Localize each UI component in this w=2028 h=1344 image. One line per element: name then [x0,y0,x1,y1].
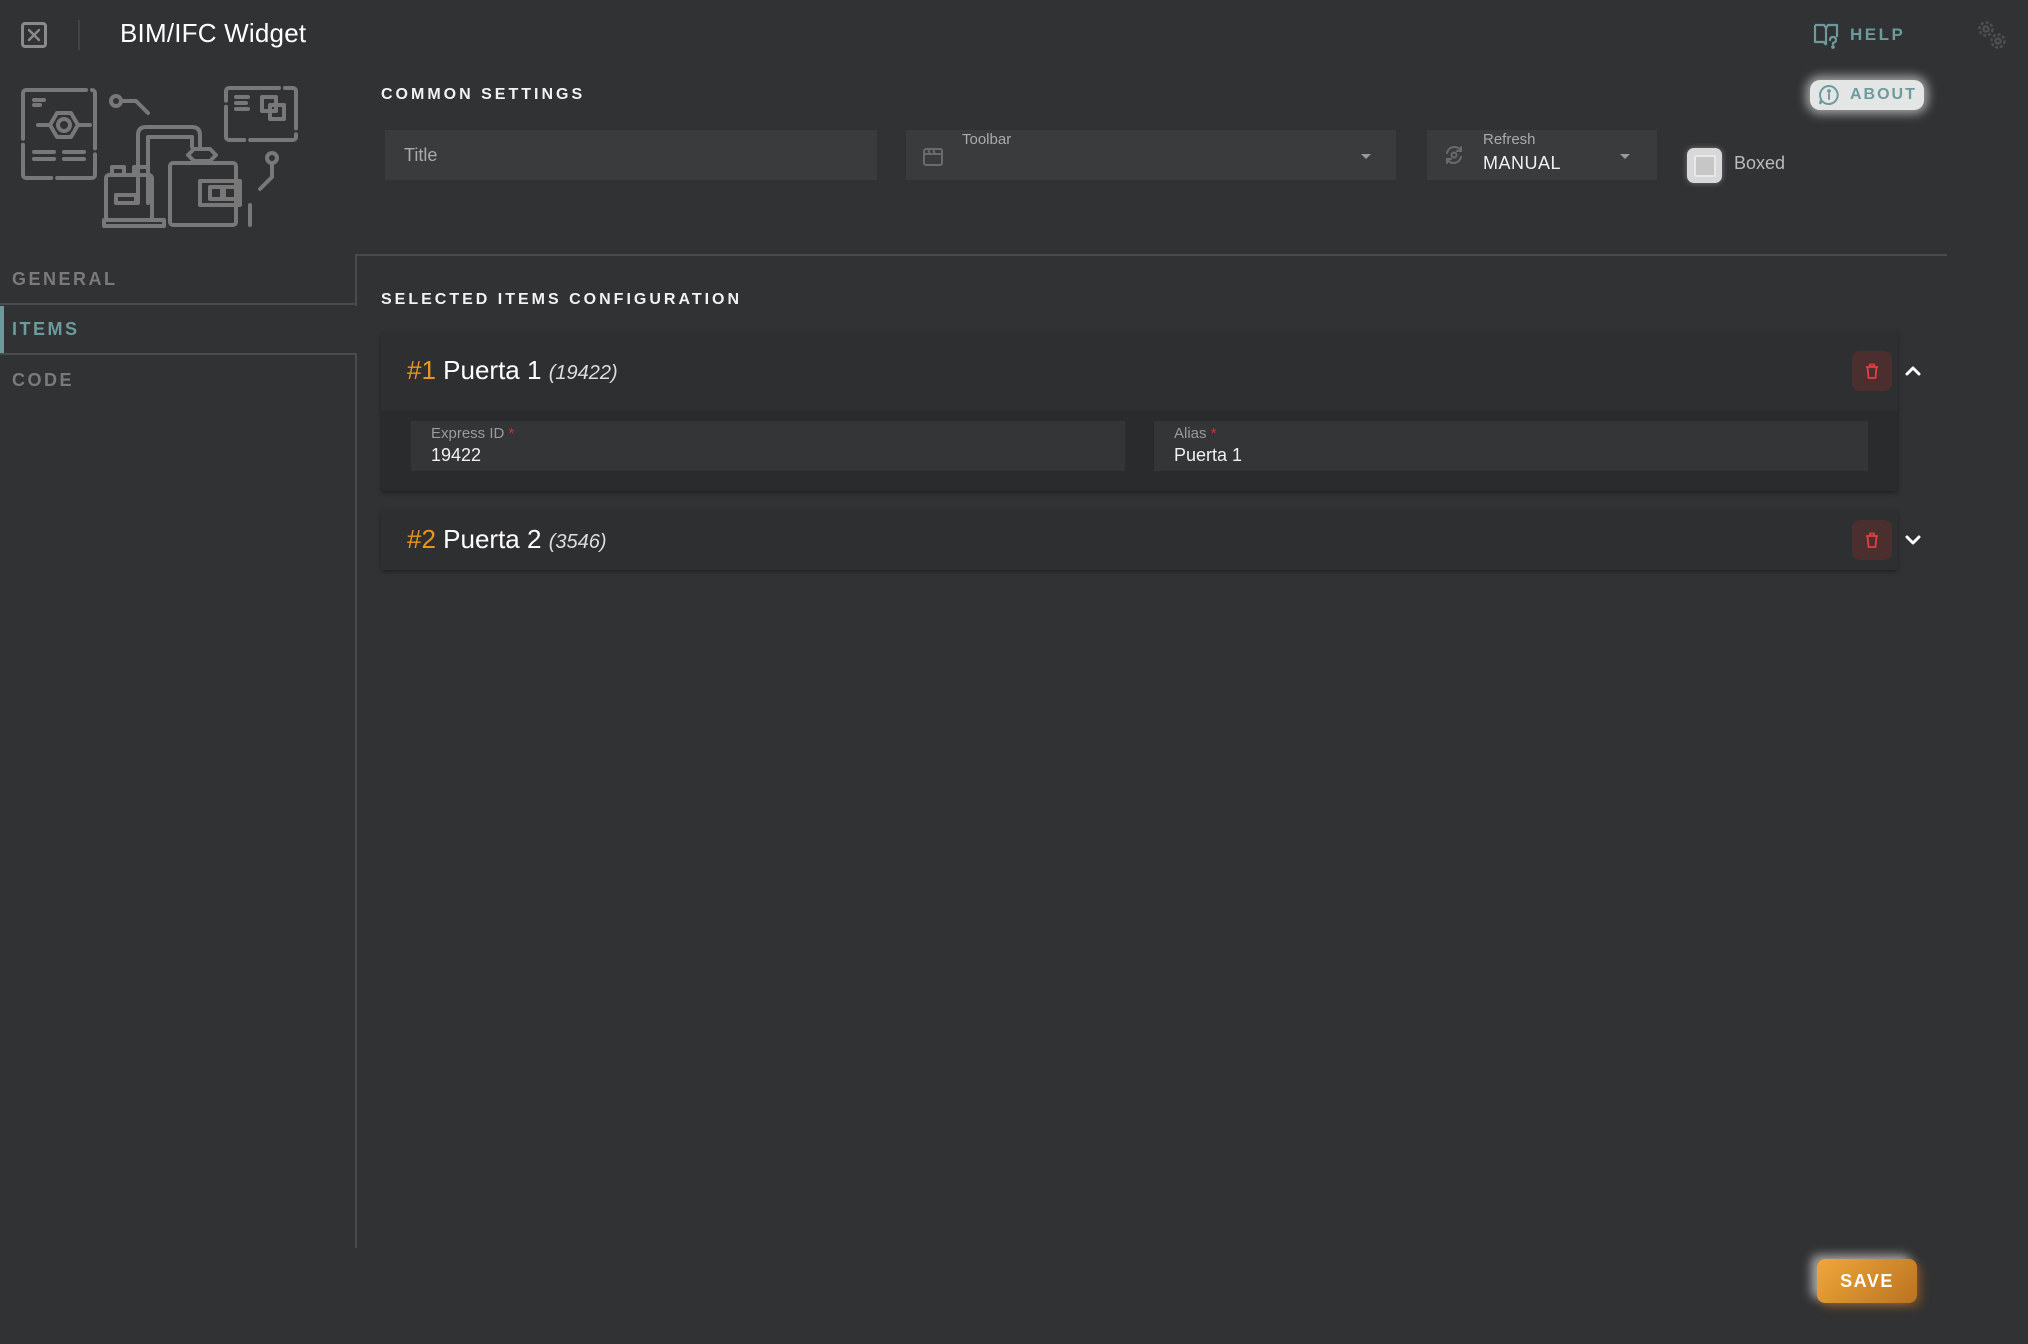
dropdown-caret-icon [1620,154,1630,159]
info-chat-icon [1819,84,1839,105]
gears-icon [1978,21,2006,49]
express-id-field[interactable]: Express ID * 19422 [411,421,1125,471]
toolbar-select[interactable]: Toolbar [906,130,1396,180]
toolbar-label: Toolbar [962,131,1012,148]
settings-button[interactable] [1975,18,2009,52]
trash-icon [1866,532,1878,548]
sidebar-tab-code[interactable]: CODE [0,356,357,405]
dropdown-caret-icon [1361,154,1371,159]
item-id: (3546) [548,531,607,553]
about-label: ABOUT [1850,86,1917,103]
alias-value: Puerta 1 [1174,445,1243,465]
help-label: HELP [1850,25,1906,44]
clapperboard-icon [923,148,943,166]
content-divider [355,254,1947,256]
express-id-value: 19422 [431,445,482,465]
title-input[interactable]: Title [385,130,877,180]
item-card-header[interactable]: #2 Puerta 2 (3546) [381,510,1898,570]
delete-item-button[interactable] [1852,351,1892,391]
item-name: Puerta 2 [443,524,542,554]
sidebar-tab-general[interactable]: GENERAL [0,256,357,305]
checkbox-box [1693,154,1716,177]
help-button[interactable]: HELP [1812,20,1905,50]
item-name: Puerta 1 [443,355,542,385]
item-card: #2 Puerta 2 (3546) [381,510,1921,570]
item-number: #1 [407,355,436,385]
sidebar-tab-items[interactable]: ITEMS [0,306,357,355]
boxed-checkbox[interactable] [1687,148,1722,183]
express-id-label: Express ID * [431,425,515,442]
chevron-up-icon[interactable] [1903,361,1923,381]
item-title: #2 Puerta 2 (3546) [407,524,607,555]
refresh-value: MANUAL [1483,153,1562,173]
app-title: BIM/IFC Widget [120,18,307,48]
header-divider [78,20,80,50]
close-icon [27,28,41,42]
save-button[interactable]: SAVE [1817,1259,1917,1303]
trash-icon [1866,363,1878,379]
item-id: (19422) [548,362,618,384]
common-settings-heading: COMMON SETTINGS [381,86,586,103]
alias-field[interactable]: Alias * Puerta 1 [1154,421,1868,471]
item-number: #2 [407,524,436,554]
item-card-header[interactable]: #1 Puerta 1 (19422) [381,331,1898,411]
delete-item-button[interactable] [1852,520,1892,560]
refresh-icon [1446,145,1462,165]
close-button[interactable] [21,22,47,48]
industrial-automation-illustration [21,86,298,228]
refresh-select[interactable]: Refresh MANUAL [1427,130,1657,180]
book-question-icon [1813,23,1839,49]
boxed-label: Boxed [1734,153,1786,173]
refresh-label: Refresh [1483,131,1536,148]
alias-label: Alias * [1174,425,1217,442]
items-config-heading: SELECTED ITEMS CONFIGURATION [381,291,743,308]
about-button[interactable]: ABOUT [1810,80,1924,110]
item-title: #1 Puerta 1 (19422) [407,355,618,386]
chevron-down-icon[interactable] [1903,530,1923,550]
item-card: #1 Puerta 1 (19422) Express ID * 19422 A… [381,331,1921,491]
